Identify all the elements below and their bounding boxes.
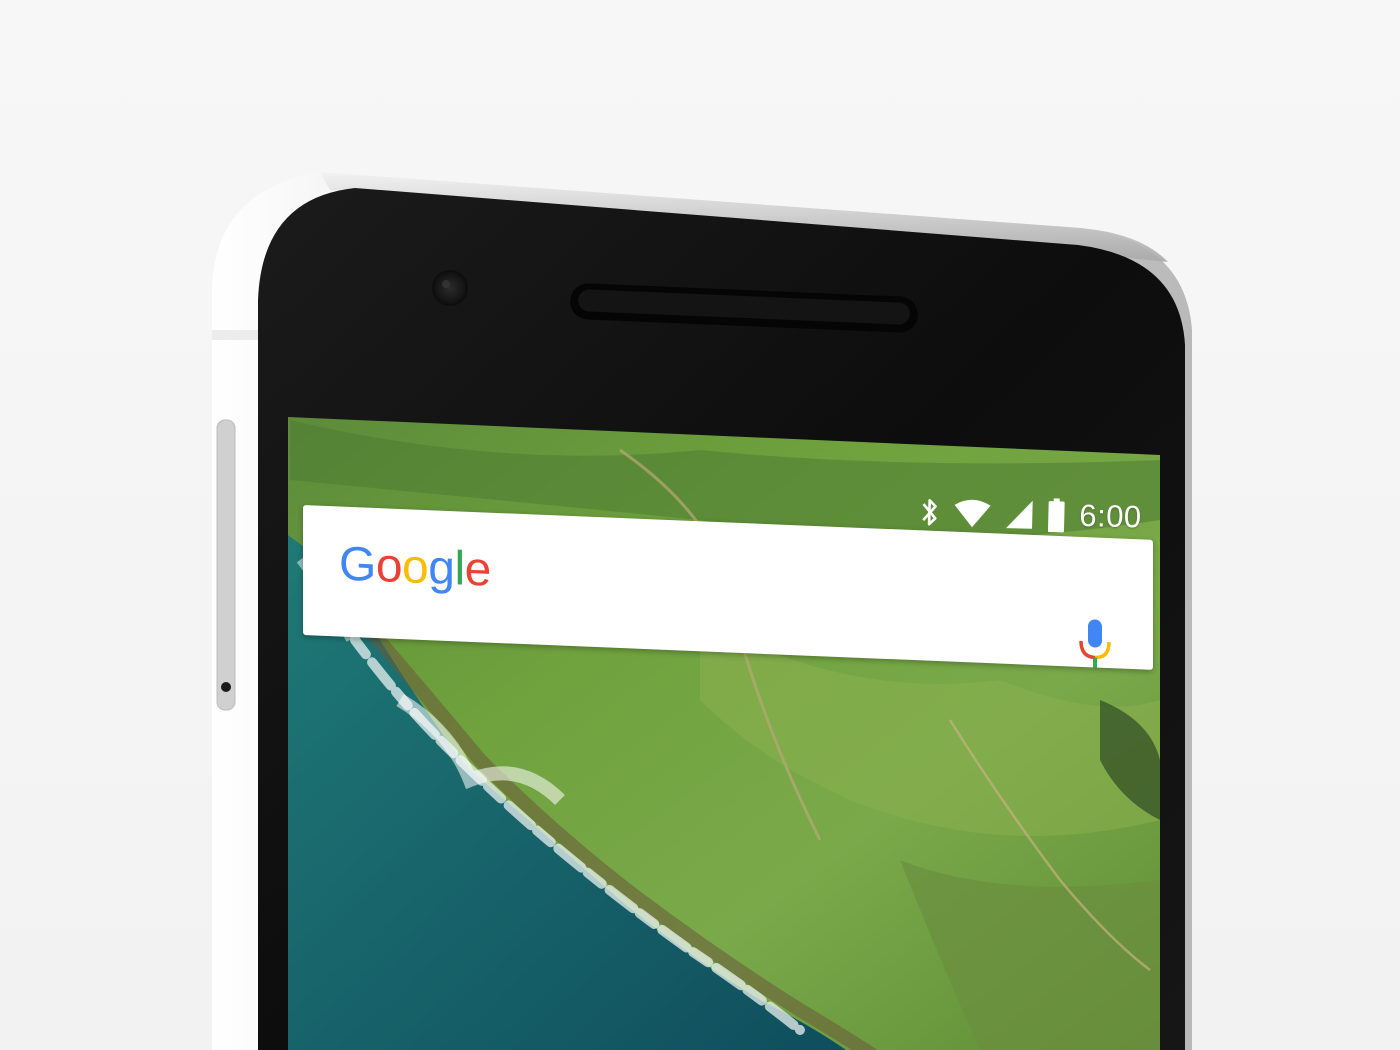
logo-letter: o	[375, 538, 403, 594]
logo-letter: l	[454, 542, 465, 596]
cell-signal-icon	[1006, 500, 1033, 529]
wifi-icon	[954, 499, 991, 528]
status-time: 6:00	[1078, 497, 1143, 535]
logo-letter: G	[339, 537, 376, 592]
battery-icon	[1047, 498, 1065, 533]
google-logo: Google	[339, 537, 491, 597]
bluetooth-icon	[922, 498, 937, 526]
logo-letter: o	[402, 540, 429, 595]
logo-letter: e	[464, 542, 491, 597]
mic-icon[interactable]	[1073, 617, 1117, 679]
product-photo: 6:00 Google	[0, 0, 1400, 1050]
logo-letter: g	[428, 541, 455, 596]
